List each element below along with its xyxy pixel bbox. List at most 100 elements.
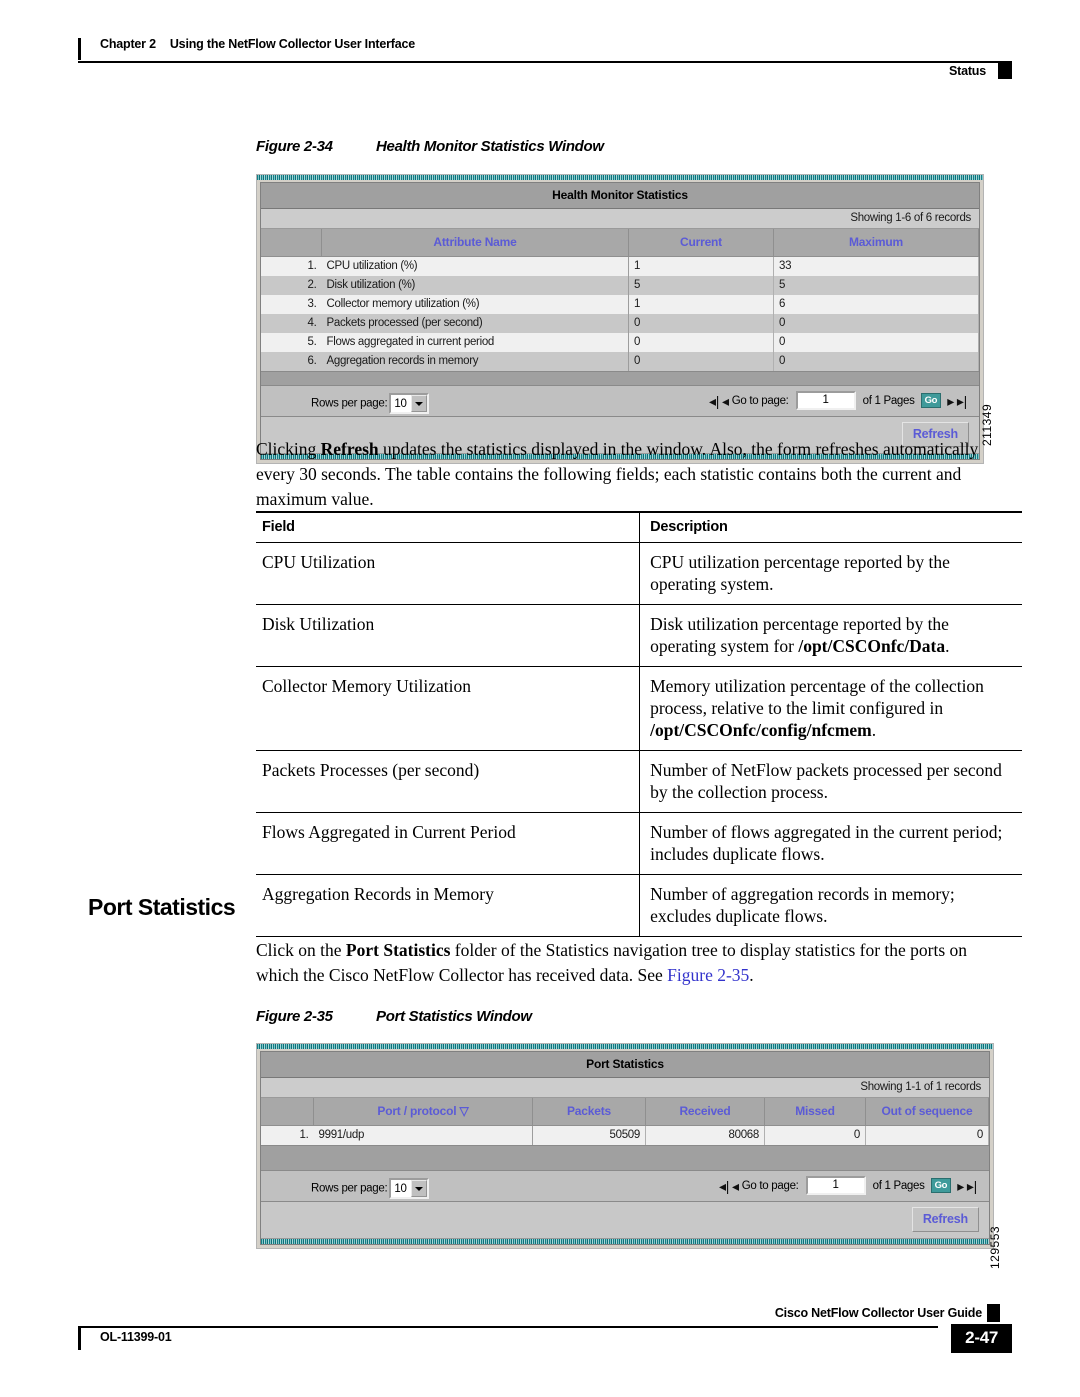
last-page-icon[interactable]: ▸| xyxy=(957,394,967,408)
column-header-missed[interactable]: Missed xyxy=(764,1098,866,1126)
first-page-icon[interactable]: ◂| xyxy=(719,1179,729,1193)
field-name: Disk Utilization xyxy=(256,604,640,667)
column-header-current[interactable]: Current xyxy=(628,229,774,257)
window-body: Port Statistics Showing 1-1 of 1 records… xyxy=(260,1051,990,1245)
row-current: 0 xyxy=(628,333,774,352)
row-index: 5. xyxy=(261,333,322,352)
row-maximum: 5 xyxy=(773,276,979,295)
refresh-paragraph-part1: Clicking xyxy=(256,439,321,459)
row-received: 80068 xyxy=(645,1125,765,1145)
go-button[interactable]: Go xyxy=(930,1178,952,1193)
of-pages-label: of 1 Pages xyxy=(872,1179,925,1192)
field-description: Number of NetFlow packets processed per … xyxy=(639,750,1022,813)
column-header-received[interactable]: Received xyxy=(645,1098,765,1126)
figure-cross-reference-link[interactable]: Figure 2-35 xyxy=(667,965,749,985)
desc-pre: Memory utilization percentage of the col… xyxy=(650,676,984,718)
row-attribute: Aggregation records in memory xyxy=(321,352,629,371)
column-header-index[interactable] xyxy=(261,1098,314,1126)
field-description: Disk utilization percentage reported by … xyxy=(639,604,1022,667)
field-description: Memory utilization percentage of the col… xyxy=(639,666,1022,751)
desc-bold: /opt/CSCOnfc/Data xyxy=(798,636,946,656)
page-footer: Cisco NetFlow Collector User Guide OL-11… xyxy=(78,1304,1012,1366)
field-description: Number of flows aggregated in the curren… xyxy=(639,812,1022,875)
row-attribute: Disk utilization (%) xyxy=(321,276,629,295)
window-body: Health Monitor Statistics Showing 1-6 of… xyxy=(260,182,980,460)
row-maximum: 33 xyxy=(773,256,979,276)
table-row: 1. CPU utilization (%) 1 33 xyxy=(261,256,979,276)
records-count-label: Showing 1-6 of 6 records xyxy=(261,209,979,229)
field-table-header-row: Field Description xyxy=(256,511,1022,543)
para-part3: . xyxy=(749,965,754,985)
row-index: 1. xyxy=(261,1125,314,1145)
field-table-row: CPU Utilization CPU utilization percenta… xyxy=(256,542,1022,605)
row-current: 5 xyxy=(628,276,774,295)
rows-per-page-value: 10 xyxy=(394,1182,407,1195)
row-attribute: Packets processed (per second) xyxy=(321,314,629,333)
page-navigation: ◂| ◂ Go to page: 1 of 1 Pages Go ▸ ▸| xyxy=(719,1176,977,1195)
rows-per-page-select[interactable]: 10 xyxy=(389,1178,430,1199)
chevron-down-icon[interactable] xyxy=(411,395,428,412)
table-row: 2. Disk utilization (%) 5 5 xyxy=(261,276,979,295)
column-header-packets[interactable]: Packets xyxy=(532,1098,646,1126)
chevron-down-icon[interactable] xyxy=(411,1180,428,1197)
previous-page-icon[interactable]: ◂ xyxy=(732,1179,739,1193)
figure-2-34-number: Figure 2-34 xyxy=(256,138,333,155)
header-rule xyxy=(78,61,1012,63)
figure-2-34-title: Health Monitor Statistics Window xyxy=(376,138,604,155)
table-row: 5. Flows aggregated in current period 0 … xyxy=(261,333,979,352)
desc-pre: CPU utilization percentage reported by t… xyxy=(650,552,950,594)
refresh-button[interactable]: Refresh xyxy=(911,1207,979,1232)
last-page-icon[interactable]: ▸| xyxy=(967,1179,977,1193)
field-name: Flows Aggregated in Current Period xyxy=(256,812,640,875)
row-packets: 50509 xyxy=(532,1125,646,1145)
pagination-bar: Rows per page: 10 ◂| ◂ Go to page: 1 of 1… xyxy=(261,1170,989,1202)
section-heading-port-statistics: Port Statistics xyxy=(88,894,236,920)
desc-bold: /opt/CSCOnfc/config/nfcmem xyxy=(650,720,872,740)
health-monitor-statistics-window: Health Monitor Statistics Showing 1-6 of… xyxy=(256,174,984,464)
field-description-table: Field Description CPU Utilization CPU ut… xyxy=(256,511,1022,937)
column-header-port-protocol[interactable]: Port / protocol ▽ xyxy=(313,1098,533,1126)
footer-guide-title: Cisco NetFlow Collector User Guide xyxy=(774,1306,982,1320)
window-bottom-stripe xyxy=(261,1239,989,1244)
page-navigation: ◂| ◂ Go to page: 1 of 1 Pages Go ▸ ▸| xyxy=(709,391,967,410)
go-button[interactable]: Go xyxy=(920,393,942,408)
rows-per-page-select[interactable]: 10 xyxy=(389,393,430,414)
field-name: Collector Memory Utilization xyxy=(256,666,640,751)
window-title: Port Statistics xyxy=(261,1052,989,1078)
table-footer-spacer xyxy=(261,371,979,385)
column-header-attribute-name[interactable]: Attribute Name xyxy=(321,229,629,257)
previous-page-icon[interactable]: ◂ xyxy=(722,394,729,408)
row-current: 1 xyxy=(628,256,774,276)
page-number-input[interactable]: 1 xyxy=(805,1176,866,1195)
row-current: 0 xyxy=(628,352,774,371)
field-table-row: Collector Memory Utilization Memory util… xyxy=(256,666,1022,751)
figure-2-34-caption: Figure 2-34 Health Monitor Statistics Win… xyxy=(256,138,604,155)
footer-rule xyxy=(78,1326,938,1328)
refresh-paragraph-bold: Refresh xyxy=(320,439,379,459)
para-part1: Click on the xyxy=(256,940,346,960)
first-page-icon[interactable]: ◂| xyxy=(709,394,719,408)
column-header-index[interactable] xyxy=(261,229,322,257)
page-number-input[interactable]: 1 xyxy=(795,391,856,410)
row-index: 2. xyxy=(261,276,322,295)
rows-per-page-group: Rows per page: 10 xyxy=(311,1178,430,1199)
column-header-port-protocol-label: Port / protocol xyxy=(377,1104,457,1118)
table-header-row: Attribute Name Current Maximum xyxy=(261,229,979,257)
row-attribute: CPU utilization (%) xyxy=(321,256,629,276)
next-page-icon[interactable]: ▸ xyxy=(957,1179,964,1193)
column-header-out-of-sequence[interactable]: Out of sequence xyxy=(865,1098,989,1126)
column-header-maximum[interactable]: Maximum xyxy=(773,229,979,257)
table-header-row: Port / protocol ▽ Packets Received Misse… xyxy=(261,1098,989,1126)
table-footer-spacer xyxy=(261,1145,989,1170)
row-attribute: Collector memory utilization (%) xyxy=(321,295,629,314)
sort-descending-icon[interactable]: ▽ xyxy=(460,1104,469,1118)
refresh-bar: Refresh xyxy=(261,1202,989,1239)
figure-2-35-id: 129553 xyxy=(988,1225,1002,1269)
desc-pre: Number of NetFlow packets processed per … xyxy=(650,760,1002,802)
next-page-icon[interactable]: ▸ xyxy=(947,394,954,408)
window-top-stripe xyxy=(257,1044,993,1049)
header-chapter: Chapter 2 Using the NetFlow Collector Use… xyxy=(100,37,415,51)
field-description: CPU utilization percentage reported by t… xyxy=(639,542,1022,605)
footer-page-number: 2-47 xyxy=(951,1324,1012,1353)
figure-2-35-title: Port Statistics Window xyxy=(376,1008,532,1025)
